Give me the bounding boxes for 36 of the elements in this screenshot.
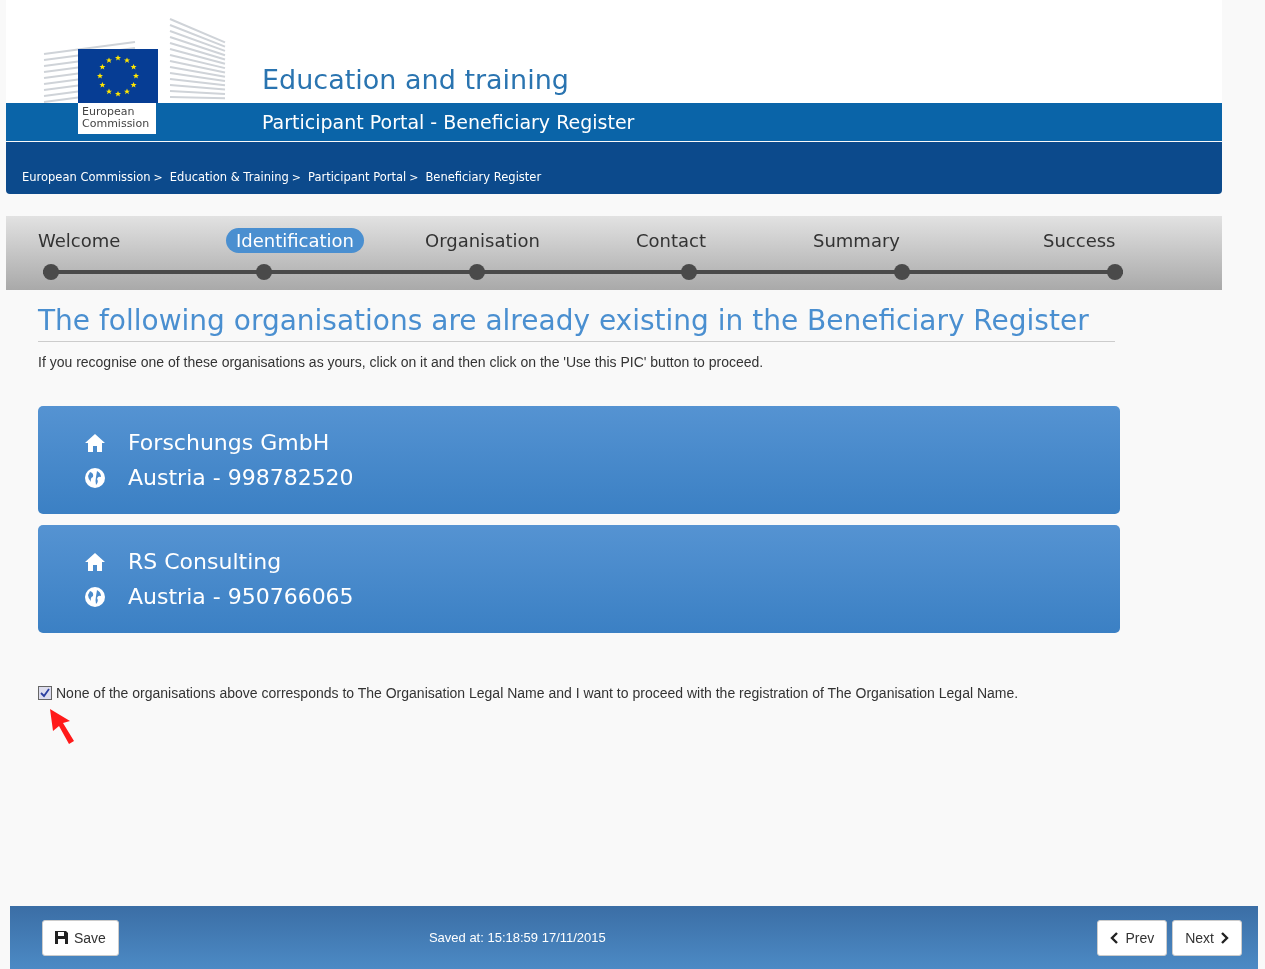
checkbox-label: None of the organisations above corresponds to The Organisation Legal Name and I want to proceed with the registration of The Organisation Legal Name. <box>56 685 1019 701</box>
step-tab[interactable]: Success <box>1033 228 1126 253</box>
logo-caption: European Commission <box>78 103 156 134</box>
organisation-card[interactable]: Forschungs GmbH Austria - 998782520 <box>38 406 1120 514</box>
eu-flag-icon <box>78 49 158 103</box>
organisation-name: Forschungs GmbH <box>128 430 330 455</box>
breadcrumb-separator: > <box>409 171 419 184</box>
next-button[interactable]: Next <box>1172 919 1242 956</box>
home-icon <box>84 551 106 572</box>
breadcrumb-separator: > <box>153 171 163 184</box>
step-tab[interactable]: Contact <box>626 228 717 253</box>
prev-button[interactable]: Prev <box>1097 919 1168 956</box>
organisation-country-pic: Austria - 998782520 <box>128 465 354 490</box>
organisation-country-pic: Austria - 950766065 <box>128 584 354 609</box>
chevron-right-icon <box>1220 931 1229 944</box>
breadcrumb-separator: > <box>291 171 301 184</box>
saved-timestamp: Saved at: 15:18:59 17/11/2015 <box>428 930 606 945</box>
step-tab[interactable]: Summary <box>803 228 910 253</box>
page-heading: The following organisations are already existing in the Beneficiary Register <box>38 304 1115 342</box>
organisation-name: RS Consulting <box>128 549 282 574</box>
site-title: Education and training <box>262 64 569 95</box>
breadcrumb-link[interactable]: European Commission <box>22 170 151 184</box>
intro-text: If you recognise one of these organisations as yours, click on it and then click on the 'Use this PIC' button to proceed. <box>38 354 765 370</box>
step-tab[interactable]: Welcome <box>28 228 131 253</box>
globe-icon <box>84 466 106 489</box>
breadcrumb-link[interactable]: Education & Training <box>169 170 289 184</box>
breadcrumb-link[interactable]: Participant Portal <box>307 170 407 184</box>
organisation-card[interactable]: RS Consulting Austria - 950766065 <box>38 525 1120 633</box>
checkbox[interactable] <box>38 686 52 700</box>
chevron-left-icon <box>1110 931 1120 944</box>
home-icon <box>84 432 106 453</box>
globe-icon <box>84 585 106 608</box>
save-button[interactable]: Save <box>42 919 119 956</box>
step-tab[interactable]: Organisation <box>415 228 550 253</box>
breadcrumb-link[interactable]: Beneficiary Register <box>425 170 542 184</box>
portal-title: Participant Portal - Beneficiary Register <box>262 111 635 133</box>
